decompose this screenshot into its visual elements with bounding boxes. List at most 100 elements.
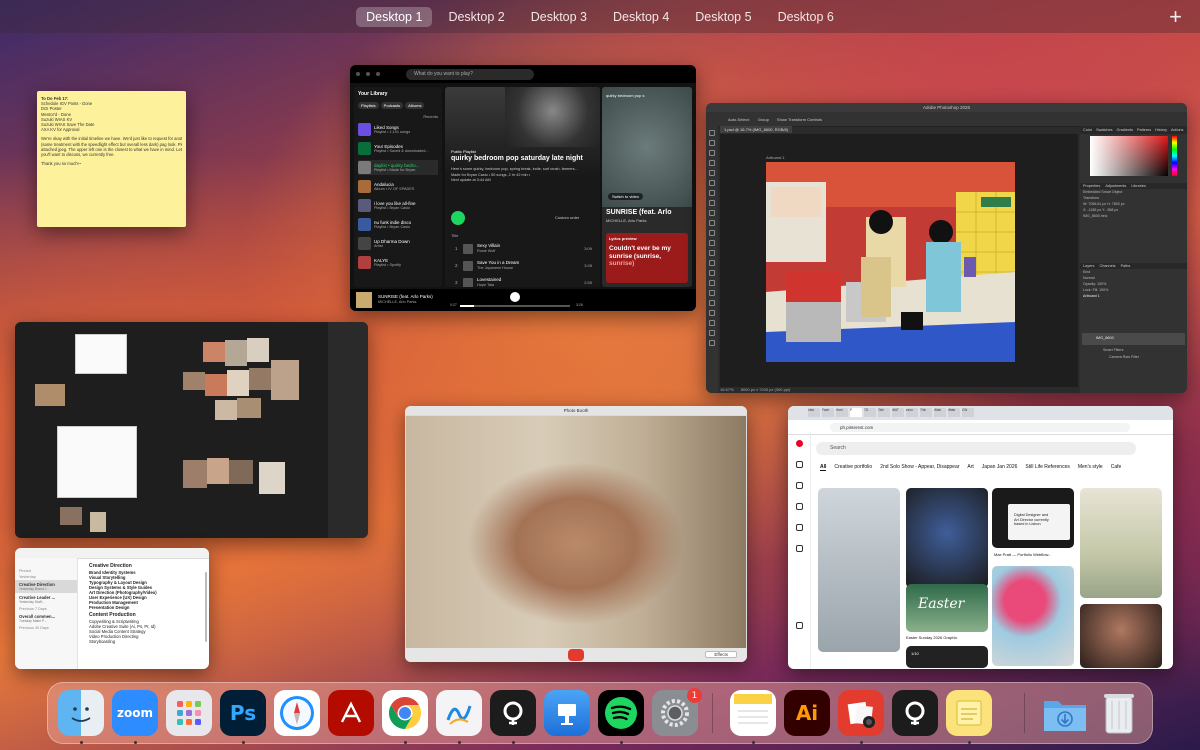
browser-tab[interactable]: Tele	[878, 408, 890, 417]
tab-swatches[interactable]: Swatches	[1096, 128, 1112, 132]
browser-tab[interactable]: Inbo	[808, 408, 820, 417]
category-chip[interactable]: Art	[967, 464, 973, 471]
tab-actions[interactable]: Actions	[1171, 128, 1183, 132]
browser-tab[interactable]: Face	[822, 408, 834, 417]
spotify-window[interactable]: What do you want to play? Your Library P…	[350, 65, 696, 311]
window-close-dot[interactable]	[356, 72, 360, 76]
tab-paths[interactable]: Paths	[1121, 264, 1131, 268]
notes-icon[interactable]	[730, 690, 776, 736]
ps-tool-icon[interactable]	[709, 200, 715, 206]
recents-sort[interactable]: Recents	[358, 114, 438, 119]
trash-icon[interactable]	[1096, 690, 1142, 736]
hue-slider[interactable]	[1172, 136, 1177, 176]
window-zoom-dot[interactable]	[376, 72, 380, 76]
ps-tool-icon[interactable]	[709, 210, 715, 216]
pin-digital-designer[interactable]: Digital Designer and Art Director curren…	[992, 488, 1074, 548]
photo-booth-icon[interactable]	[838, 690, 884, 736]
chip-playlists[interactable]: Playlists	[358, 102, 379, 109]
pin-pink-flowers[interactable]	[992, 566, 1074, 666]
note-item[interactable]: Overall commen... Tuesday Make P...	[15, 612, 77, 625]
ps-tool-icon[interactable]	[709, 310, 715, 316]
browser-tab[interactable]: WAT	[892, 408, 904, 417]
ps-tool-icon[interactable]	[709, 260, 715, 266]
library-item[interactable]: nu funk indie disco Playlist • Bryan Casi…	[358, 217, 438, 232]
messages-icon[interactable]	[795, 545, 803, 552]
notes-scrollbar[interactable]	[205, 572, 207, 642]
play-button[interactable]	[451, 211, 465, 225]
shutter-button[interactable]	[568, 649, 584, 661]
custom-order[interactable]: Custom order	[555, 215, 579, 220]
ps-tool-icon[interactable]	[709, 340, 715, 346]
ps-tool-icon[interactable]	[709, 150, 715, 156]
add-space-button[interactable]: +	[1169, 4, 1182, 30]
tactiq-icon[interactable]	[892, 690, 938, 736]
tab-gradients[interactable]: Gradients	[1117, 128, 1133, 132]
ps-tool-icon[interactable]	[709, 230, 715, 236]
stickies-icon[interactable]	[946, 690, 992, 736]
window-min-dot[interactable]	[366, 72, 370, 76]
category-chip[interactable]: Cafe	[1111, 464, 1122, 471]
ps-tool-icon[interactable]	[709, 130, 715, 136]
browser-tab[interactable]: Watc	[934, 408, 946, 417]
finder-icon[interactable]	[58, 690, 104, 736]
ps-tool-icon[interactable]	[709, 140, 715, 146]
library-item[interactable]: Andalucia Album • IV OF SPADES	[358, 179, 438, 194]
space-desktop-5[interactable]: Desktop 5	[685, 7, 761, 27]
pin-fashion[interactable]	[818, 488, 900, 652]
effects-button[interactable]: Effects	[705, 651, 737, 658]
browser-tab[interactable]: Wats	[948, 408, 960, 417]
smart-filters[interactable]: Smart Filters	[1100, 347, 1126, 353]
tab-patterns[interactable]: Patterns	[1137, 128, 1151, 132]
switch-to-video-button[interactable]: Switch to video	[608, 193, 643, 200]
space-desktop-2[interactable]: Desktop 2	[438, 7, 514, 27]
settings-icon[interactable]	[795, 622, 803, 629]
tab-layers[interactable]: Layers	[1083, 264, 1094, 268]
moodboard-window[interactable]	[15, 322, 368, 538]
chrome-window[interactable]: Inbo Face Hom P TD Tele WAT ezco Thic Watc Wats CW …	[788, 406, 1173, 669]
ps-tool-icon[interactable]	[709, 280, 715, 286]
track-row[interactable]: 2 Save You in a Dream The Japanese House 3:…	[451, 260, 596, 274]
space-desktop-6[interactable]: Desktop 6	[768, 7, 844, 27]
library-item[interactable]: i love you like all-fine Playlist • Bryan…	[358, 198, 438, 213]
auto-select-option[interactable]: Auto-Select:	[728, 117, 750, 122]
category-chip[interactable]: Still Life References	[1025, 464, 1069, 471]
artwork-canvas[interactable]	[766, 162, 1015, 362]
address-bar[interactable]: ph.pinterest.com	[830, 422, 1130, 432]
tab-properties[interactable]: Properties	[1083, 184, 1100, 188]
pin-portrait[interactable]	[906, 488, 988, 588]
library-item[interactable]: Liked Songs Playlist • 1,101 songs	[358, 122, 438, 137]
ps-tool-icon[interactable]	[709, 250, 715, 256]
ps-tool-icon[interactable]	[709, 300, 715, 306]
keynote-icon[interactable]	[544, 690, 590, 736]
note-body[interactable]: Creative Direction Brand Identity System…	[89, 564, 207, 645]
zoom-icon[interactable]: zoom	[112, 690, 158, 736]
photo-booth-window[interactable]: Photo Booth Effects	[405, 406, 747, 662]
pause-icon[interactable]	[510, 292, 520, 302]
group-dropdown[interactable]: Group	[758, 117, 769, 122]
spotify-search-input[interactable]: What do you want to play?	[406, 68, 534, 80]
browser-tab[interactable]: P	[850, 408, 862, 417]
library-item[interactable]: daylist • quirky bedro... Playlist • Made…	[358, 160, 438, 175]
downloads-folder-icon[interactable]	[1042, 690, 1088, 736]
browser-tab[interactable]: Hom	[836, 408, 848, 417]
category-chip[interactable]: All	[820, 464, 827, 471]
library-item[interactable]: KALYE Playlist • Spotify	[358, 255, 438, 270]
layer-artboard[interactable]: Artboard 1	[1080, 293, 1187, 299]
photoshop-icon[interactable]: Ps	[220, 690, 266, 736]
library-item[interactable]: Your Episodes Playlist • Saved & download…	[358, 141, 438, 156]
pin-dark[interactable]: 1/10	[906, 646, 988, 668]
progress-bar[interactable]	[460, 305, 570, 307]
category-chip[interactable]: Japan Jan 2026	[982, 464, 1018, 471]
chip-albums[interactable]: Albums	[405, 102, 425, 109]
acrobat-icon[interactable]	[328, 690, 374, 736]
library-item[interactable]: Up Dharma Down Artist	[358, 236, 438, 251]
track-row[interactable]: 3 Lovestained Hope Tala 2:55	[451, 277, 596, 287]
notifications-icon[interactable]	[795, 524, 803, 531]
space-desktop-1[interactable]: Desktop 1	[356, 6, 433, 27]
note-item[interactable]: Creative Leader ... Yesterday Staff...	[15, 593, 77, 606]
ps-tool-icon[interactable]	[709, 270, 715, 276]
ps-tool-icon[interactable]	[709, 320, 715, 326]
photoshop-window[interactable]: Adobe Photoshop 2026 Auto-Select: Group …	[706, 103, 1187, 393]
tab-channels[interactable]: Channels	[1099, 264, 1115, 268]
explore-icon[interactable]	[795, 482, 803, 489]
